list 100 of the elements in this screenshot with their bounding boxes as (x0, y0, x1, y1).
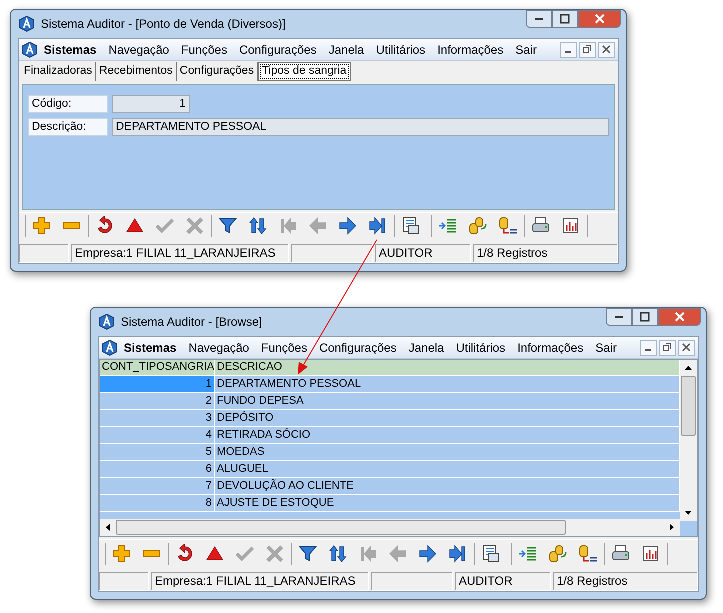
menu-item[interactable]: Utilitários (370, 40, 432, 58)
logo-icon (22, 42, 38, 58)
minimize-button[interactable] (640, 340, 657, 356)
status-panel: 1/8 Registros (473, 244, 618, 263)
database-list-icon (498, 216, 518, 236)
table-cell: 1 (100, 376, 215, 392)
scroll-thumb[interactable] (116, 520, 566, 535)
skip-back-icon (358, 544, 378, 564)
vertical-scrollbar[interactable] (680, 360, 697, 521)
bar-chart-icon (641, 544, 661, 564)
close-icon (674, 312, 684, 322)
menu-item[interactable]: Navegação (102, 40, 176, 58)
window-title: Sistema Auditor - [Ponto de Venda (Diversos)] (41, 16, 286, 33)
restore-button[interactable] (579, 42, 596, 58)
cross-icon (265, 544, 285, 564)
menu-item[interactable]: Configurações (313, 338, 403, 356)
circular-arrow-icon (175, 544, 195, 564)
down-arrow-icon (685, 511, 692, 515)
status-panel: AUDITOR (375, 244, 471, 263)
up-down-arrows-icon (328, 544, 348, 564)
input-field[interactable]: DEPARTAMENTO PESSOAL (112, 118, 609, 136)
skip-forward-icon (368, 216, 388, 236)
database-arrow-icon (468, 216, 488, 236)
menu-item[interactable]: Sistemas (38, 40, 103, 58)
maximize-icon (560, 14, 570, 24)
table-cell: 8 (100, 495, 215, 511)
close-button[interactable] (578, 10, 621, 28)
table-cell: 3 (100, 410, 215, 426)
bar-chart-icon (561, 216, 581, 236)
funnel-icon (218, 216, 238, 236)
restore-icon (663, 343, 672, 352)
menu-item[interactable]: Sair (510, 40, 543, 58)
minimize-button[interactable] (526, 10, 552, 28)
plus-icon (32, 216, 52, 236)
left-arrow-icon (308, 216, 328, 236)
close-icon (594, 14, 604, 24)
close-button[interactable] (658, 308, 701, 326)
logo-icon (99, 314, 115, 330)
table-cell: 4 (100, 427, 215, 443)
scroll-thumb[interactable] (681, 376, 696, 436)
restore-button[interactable] (659, 340, 676, 356)
right-arrow-icon (338, 216, 358, 236)
menu-item[interactable]: Utilitários (450, 338, 512, 356)
minimize-button[interactable] (560, 42, 577, 58)
status-panel: 1/8 Registros (553, 572, 698, 591)
menu-item[interactable]: Janela (322, 40, 370, 58)
table-icon (401, 216, 421, 236)
logo-icon (102, 340, 118, 356)
circular-arrow-icon (95, 216, 115, 236)
menu-item[interactable]: Navegação (182, 338, 256, 356)
menu-item[interactable]: Funções (255, 338, 314, 356)
close-button[interactable] (598, 42, 615, 58)
restore-icon (583, 45, 592, 54)
horizontal-scrollbar[interactable] (100, 519, 680, 536)
menu-item[interactable]: Informações (432, 40, 510, 58)
tab[interactable]: Tipos de sangria (258, 62, 351, 81)
minimize-icon (615, 316, 623, 318)
right-arrow-icon (670, 524, 674, 531)
skip-back-icon (278, 216, 298, 236)
field-label: Descrição: (28, 118, 108, 136)
left-arrow-icon (388, 544, 408, 564)
maximize-button[interactable] (552, 10, 578, 28)
minimize-icon (535, 18, 543, 20)
field-label: Código: (28, 95, 108, 113)
triangle-icon (205, 544, 225, 564)
printer-icon (611, 544, 631, 564)
funnel-icon (298, 544, 318, 564)
minimize-button[interactable] (606, 308, 632, 326)
menu-item[interactable]: Configurações (233, 40, 323, 58)
status-panel (19, 244, 69, 263)
cross-icon (185, 216, 205, 236)
close-icon (682, 343, 691, 352)
table-cell: 7 (100, 478, 215, 494)
table-cell: 5 (100, 444, 215, 460)
close-button[interactable] (678, 340, 695, 356)
menu-item[interactable]: Sistemas (118, 338, 183, 356)
close-icon (602, 45, 611, 54)
maximize-icon (640, 312, 650, 322)
status-panel (99, 572, 149, 591)
input-field[interactable]: 1 (112, 95, 190, 113)
table-cell: 6 (100, 461, 215, 477)
table-cell: 2 (100, 393, 215, 409)
menu-item[interactable]: Informações (512, 338, 590, 356)
maximize-button[interactable] (632, 308, 658, 326)
column-header[interactable]: CONT_TIPOSANGRIA (100, 360, 215, 375)
logo-icon (19, 16, 35, 32)
plus-icon (112, 544, 132, 564)
window-title: Sistema Auditor - [Browse] (121, 314, 262, 331)
menu-item[interactable]: Sair (590, 338, 623, 356)
database-list-icon (578, 544, 598, 564)
table-icon (481, 544, 501, 564)
up-arrow-icon (685, 366, 692, 370)
status-panel: Empresa:1 FILIAL 11_LARANJEIRAS (151, 572, 369, 591)
right-arrow-icon (418, 544, 438, 564)
status-panel: AUDITOR (455, 572, 551, 591)
menu-item[interactable]: Funções (175, 40, 234, 58)
up-down-arrows-icon (248, 216, 268, 236)
database-arrow-icon (548, 544, 568, 564)
menu-item[interactable]: Janela (402, 338, 450, 356)
left-arrow-icon (106, 524, 110, 531)
